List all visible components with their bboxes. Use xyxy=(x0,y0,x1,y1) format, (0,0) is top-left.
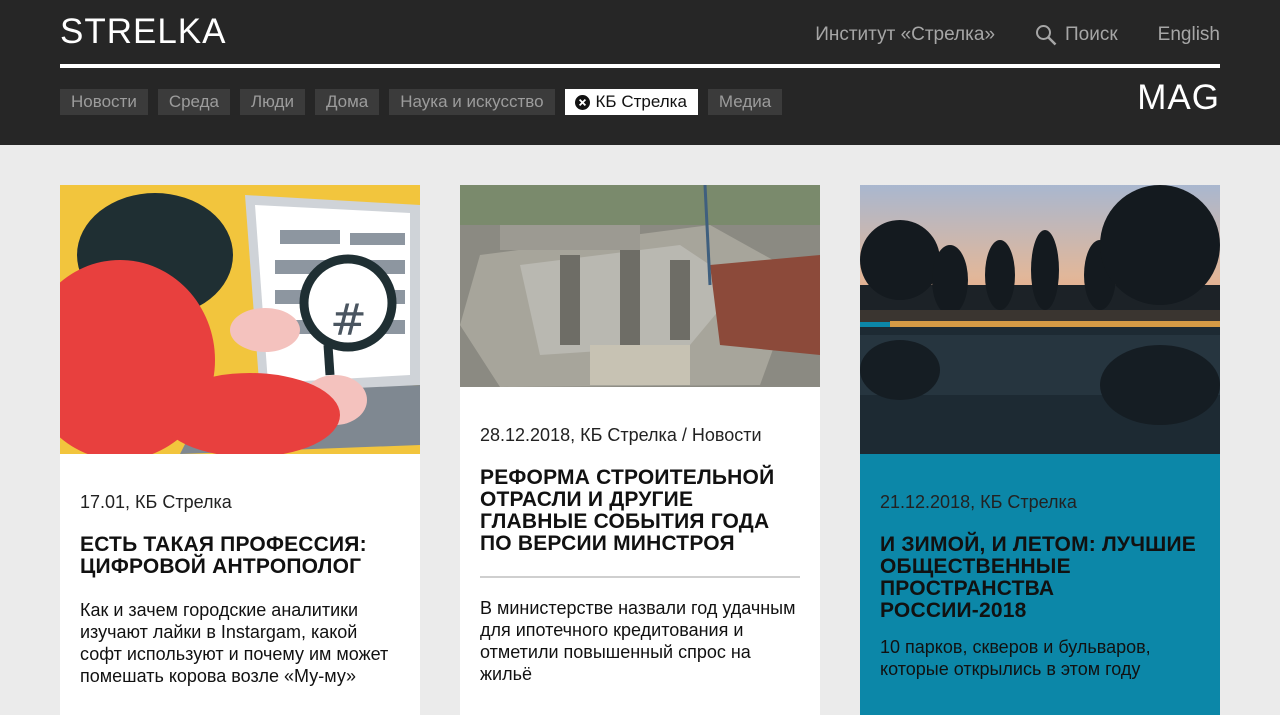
tag-news[interactable]: Новости xyxy=(60,89,148,115)
article-title[interactable]: Есть такая профессия: цифровой антрополо… xyxy=(80,534,400,578)
article-meta: 21.12.2018, КБ Стрелка xyxy=(880,492,1077,512)
article-description: Как и зачем городские аналитики изучают … xyxy=(80,600,389,686)
article-card[interactable]: 28.12.2018, КБ Стрелка / Новости Реформа… xyxy=(460,185,820,715)
tag-environment[interactable]: Среда xyxy=(157,89,230,115)
strelka-logo[interactable]: STRELKA xyxy=(60,12,227,52)
article-title[interactable]: Реформа строительной отрасли и другие гл… xyxy=(480,467,800,555)
article-card[interactable]: # 17.01, КБ Стрелка Есть такая профессия… xyxy=(60,185,420,715)
language-link[interactable]: English xyxy=(1158,24,1220,46)
tag-houses[interactable]: Дома xyxy=(314,89,380,115)
mag-logo[interactable]: MAG xyxy=(1137,78,1220,118)
article-meta: 28.12.2018, КБ Стрелка / Новости xyxy=(480,425,762,445)
card-separator xyxy=(480,576,800,578)
svg-text:#: # xyxy=(330,295,367,346)
tag-kb-strelka-active[interactable]: КБ Стрелка xyxy=(564,89,698,115)
search-link[interactable]: Поиск xyxy=(1035,24,1118,46)
article-description: В министерстве назвали год удачным для и… xyxy=(480,598,796,684)
article-image[interactable] xyxy=(860,185,1220,454)
tag-science-art[interactable]: Наука и искусство xyxy=(389,89,555,115)
close-icon[interactable] xyxy=(574,94,590,110)
top-links: Институт «Стрелка» Поиск English xyxy=(815,24,1220,46)
search-icon xyxy=(1036,25,1057,46)
institute-link[interactable]: Институт «Стрелка» xyxy=(815,24,995,46)
article-description: 10 парков, скверов и бульваров, которые … xyxy=(880,637,1151,679)
article-meta: 17.01, КБ Стрелка xyxy=(80,492,232,512)
article-image[interactable] xyxy=(460,185,820,387)
tag-media[interactable]: Медиа xyxy=(707,89,783,115)
site-header: STRELKA Институт «Стрелка» Поиск English… xyxy=(0,0,1280,145)
article-image[interactable]: # xyxy=(60,185,420,454)
header-divider xyxy=(60,64,1220,68)
article-title[interactable]: И зимой, и летом: лучшие общественные пр… xyxy=(880,534,1200,622)
tag-people[interactable]: Люди xyxy=(240,89,305,115)
article-card[interactable]: 21.12.2018, КБ Стрелка И зимой, и летом:… xyxy=(860,185,1220,715)
tag-filter-bar: Новости Среда Люди Дома Наука и искусств… xyxy=(60,89,783,115)
search-link-label: Поиск xyxy=(1065,24,1118,45)
tag-kb-strelka-label: КБ Стрелка xyxy=(595,92,687,111)
